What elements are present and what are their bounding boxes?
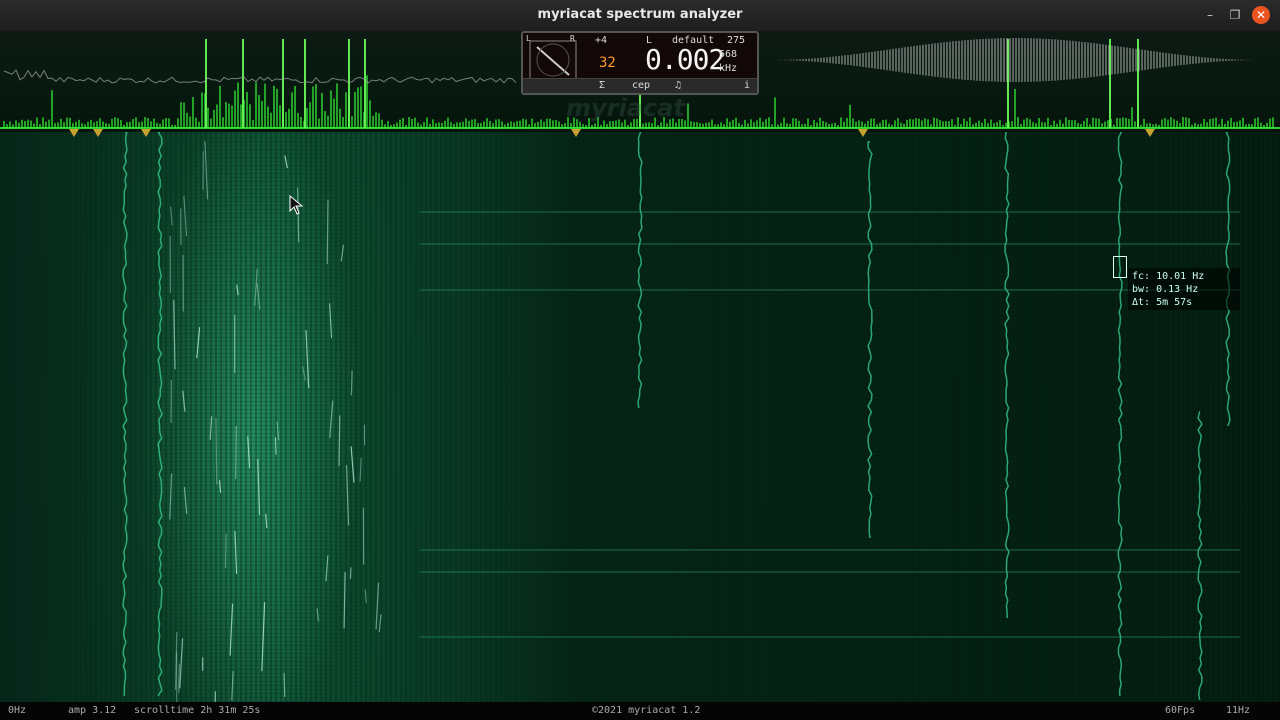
noise-streak bbox=[183, 195, 188, 237]
min-frequency: 0Hz bbox=[8, 705, 27, 716]
frequency-trace bbox=[867, 141, 873, 539]
noise-streak bbox=[218, 480, 222, 493]
noise-streak bbox=[182, 390, 186, 412]
noise-streak bbox=[247, 436, 251, 468]
noise-streak bbox=[215, 417, 218, 485]
noise-streak bbox=[301, 366, 307, 381]
frequency-readout: 0.002 bbox=[645, 43, 725, 76]
waveform-preview bbox=[772, 38, 1260, 82]
noise-streak bbox=[265, 513, 268, 529]
control-panel: L R +4 L default 275 32 0.002 568 kHz Σ … bbox=[521, 31, 759, 95]
noise-streak bbox=[340, 244, 345, 262]
frequency-trace bbox=[122, 131, 128, 697]
waterfall-display[interactable] bbox=[0, 131, 1280, 720]
maximize-button[interactable]: ❐ bbox=[1226, 6, 1244, 24]
frequency-trace bbox=[1004, 131, 1010, 619]
noise-streak bbox=[349, 567, 352, 579]
noise-streak bbox=[257, 458, 261, 516]
noise-streak bbox=[284, 155, 288, 169]
noise-streak bbox=[229, 603, 234, 656]
cep-button[interactable]: cep bbox=[627, 79, 655, 93]
noise-streak bbox=[325, 555, 329, 582]
noise-streak bbox=[359, 457, 362, 482]
noise-streak bbox=[364, 589, 367, 603]
copyright: ©2021 myriacat 1.2 bbox=[592, 705, 701, 716]
noise-streak bbox=[378, 614, 382, 633]
bandwidth: bw: 0.13 Hz bbox=[1132, 284, 1199, 295]
noise-streak bbox=[276, 421, 280, 441]
watermark: myriacat bbox=[566, 94, 685, 122]
noise-streak bbox=[254, 268, 258, 306]
peak-marker[interactable] bbox=[1145, 129, 1155, 137]
peak-marker[interactable] bbox=[141, 129, 151, 137]
window-title: myriacat spectrum analyzer bbox=[537, 7, 743, 22]
waterfall-traces bbox=[122, 131, 1231, 720]
noise-streak bbox=[183, 486, 188, 514]
noise-streak bbox=[178, 663, 180, 693]
dial-left-label: L bbox=[526, 34, 531, 43]
noise-streak bbox=[209, 416, 213, 440]
fps-value: 60Fps bbox=[1165, 705, 1196, 716]
peak-marker[interactable] bbox=[69, 129, 79, 137]
offset-value[interactable]: +4 bbox=[595, 35, 607, 46]
noise-streak bbox=[196, 327, 201, 359]
noise-streak bbox=[305, 329, 310, 389]
info-button[interactable]: i bbox=[741, 79, 753, 93]
panel-button-bar: Σ cep ♫ i bbox=[523, 78, 757, 93]
noise-streak bbox=[261, 602, 266, 672]
noise-streak bbox=[329, 400, 334, 439]
noise-streak bbox=[338, 415, 341, 466]
frequency-trace bbox=[1117, 131, 1123, 697]
noise-streak bbox=[350, 446, 355, 483]
frequency-trace bbox=[637, 131, 643, 409]
noise-streak bbox=[274, 437, 277, 455]
max-frequency: 11Hz bbox=[1226, 705, 1251, 716]
amp-value[interactable]: amp 3.12 bbox=[68, 705, 116, 716]
noise-streak bbox=[329, 303, 333, 339]
noise-streak bbox=[179, 638, 184, 689]
noise-streak bbox=[169, 473, 173, 520]
noise-streak bbox=[283, 672, 286, 698]
noise-streak bbox=[326, 199, 329, 265]
noise-streak bbox=[235, 425, 237, 480]
noise-streak bbox=[173, 300, 176, 370]
noise-streak bbox=[345, 465, 350, 526]
noise-streak bbox=[214, 691, 216, 720]
noise-streak bbox=[231, 671, 234, 701]
noise-streak bbox=[350, 370, 353, 396]
close-button[interactable]: ✕ bbox=[1252, 6, 1270, 24]
waterfall-svg bbox=[122, 131, 1240, 720]
history-trace bbox=[3, 69, 517, 84]
peak-marker[interactable] bbox=[571, 129, 581, 137]
noise-streak bbox=[204, 141, 209, 200]
noise-streak bbox=[375, 582, 380, 630]
mouse-cursor-icon bbox=[289, 195, 304, 215]
unit-label: kHz bbox=[719, 63, 738, 74]
sum-button[interactable]: Σ bbox=[595, 79, 609, 93]
center-frequency: fc: 10.01 Hz bbox=[1132, 271, 1205, 282]
time-delta: Δt: 5m 57s bbox=[1132, 297, 1193, 308]
measurement-readout: fc: 10.01 Hz bw: 0.13 Hz Δt: 5m 57s bbox=[1128, 268, 1240, 310]
minimize-button[interactable]: – bbox=[1201, 6, 1219, 24]
noise-streak bbox=[343, 572, 346, 629]
preset-number: 275 bbox=[727, 35, 746, 46]
frequency-trace bbox=[1197, 411, 1203, 701]
gain-value[interactable]: 32 bbox=[599, 55, 616, 71]
peak-marker[interactable] bbox=[858, 129, 868, 137]
bins-value[interactable]: 568 bbox=[719, 49, 737, 60]
frequency-trace bbox=[157, 131, 163, 697]
noise-streak bbox=[234, 531, 238, 575]
noise-streak bbox=[256, 283, 261, 310]
dial-right-label: R bbox=[570, 34, 575, 43]
scrolltime-value[interactable]: scrolltime 2h 31m 25s bbox=[134, 705, 260, 716]
noise-streak bbox=[224, 533, 227, 569]
selection-box[interactable] bbox=[1113, 256, 1127, 278]
status-bar: 0Hz amp 3.12 scrolltime 2h 31m 25s ©2021… bbox=[0, 702, 1280, 720]
noise-streak bbox=[316, 608, 320, 622]
noise-streak bbox=[236, 284, 239, 296]
title-bar: myriacat spectrum analyzer – ❐ ✕ bbox=[0, 0, 1280, 32]
noise-streak bbox=[169, 206, 173, 226]
peak-marker[interactable] bbox=[93, 129, 103, 137]
note-icon[interactable]: ♫ bbox=[671, 79, 685, 93]
